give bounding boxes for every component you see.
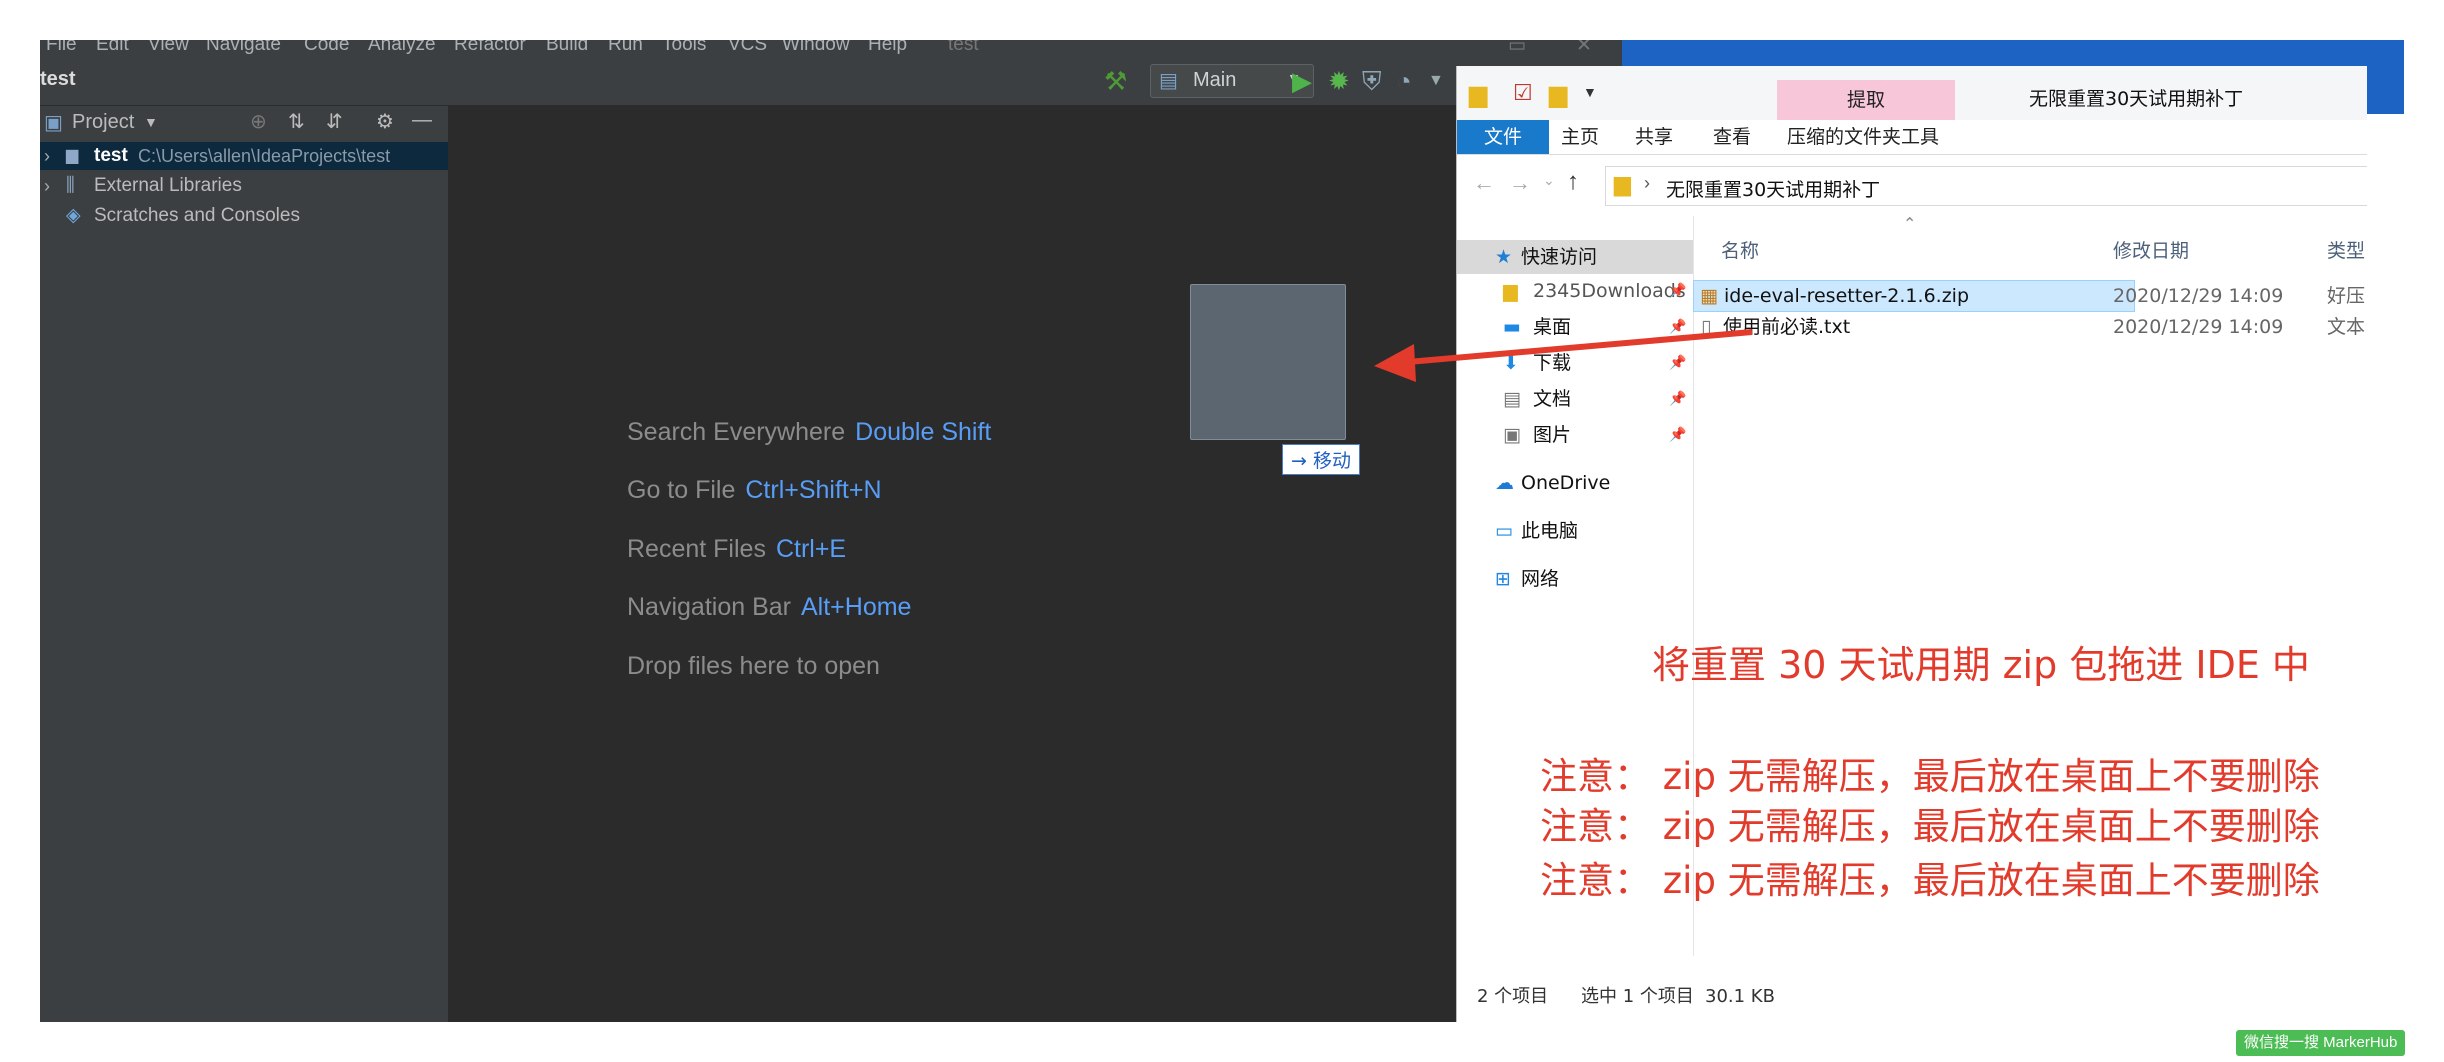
drag-arrow-head [1374,344,1416,382]
annotation-note: 注意： zip 无需解压，最后放在桌面上不要删除 [1540,805,2320,848]
annotation-note: 注意： zip 无需解压，最后放在桌面上不要删除 [1540,755,2320,798]
watermark: 微信搜一搜 MarkerHub [2236,1030,2406,1056]
annotation-main: 将重置 30 天试用期 zip 包拖进 IDE 中 [1652,643,2310,687]
annotation-note: 注意： zip 无需解压，最后放在桌面上不要删除 [1540,859,2320,902]
drag-arrow-shaft [1407,329,1753,365]
